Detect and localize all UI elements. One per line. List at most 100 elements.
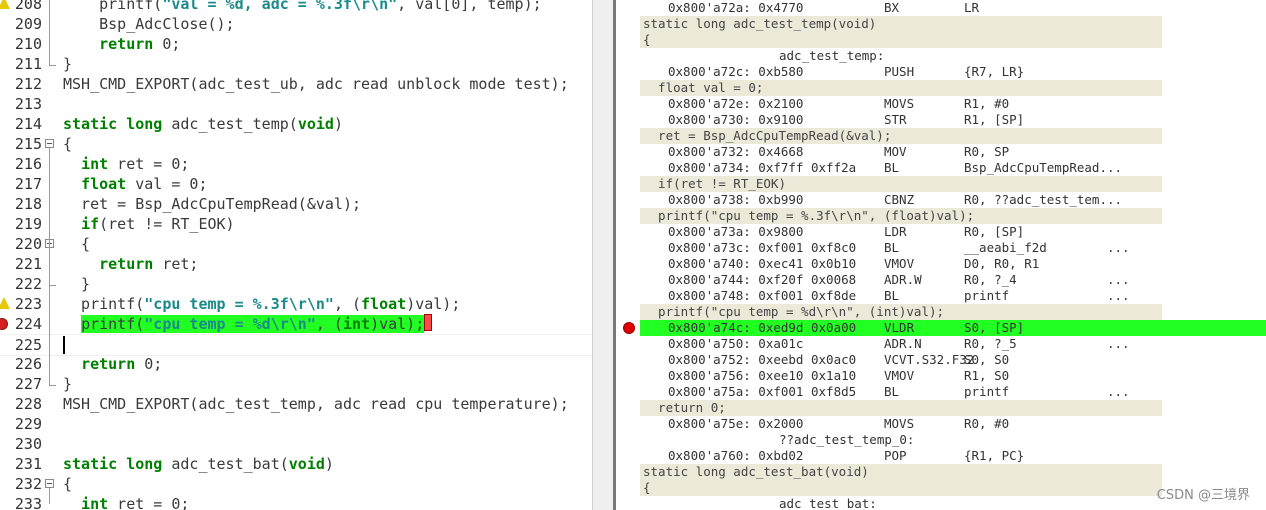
disasm-instruction[interactable]: 0x800'a72a: 0x4770 BX LR [617,0,1266,16]
instruction-address: 0x800'a73c: 0xf001 0xf8c0 [668,240,857,255]
code-line[interactable]: 213 [0,94,592,114]
disasm-instruction[interactable]: 0x800'a752: 0xeebd 0x0ac0 VCVT.S32.F32 S0,… [617,352,1266,368]
code-text[interactable]: { [63,474,72,494]
code-line[interactable]: 215 { [0,134,592,154]
disasm-label-line[interactable]: ??adc_test_temp_0: [617,432,1266,448]
disasm-instruction[interactable]: 0x800'a740: 0xec41 0x0b10 VMOV D0, R0, R1 [617,256,1266,272]
code-line[interactable]: 233 int ret = 0; [0,494,592,510]
disasm-current-instruction[interactable]: 0x800'a74c: 0xed9d 0x0a00 VLDR S0, [SP] [640,320,1266,336]
code-line[interactable]: 226 return 0; [0,354,592,374]
disasm-source-line[interactable]: return 0; [640,400,1162,416]
breakpoint-icon[interactable] [623,322,635,334]
disasm-instruction[interactable]: 0x800'a73c: 0xf001 0xf8c0 BL __aeabi_f2d..… [617,240,1266,256]
line-number: 224 [14,315,42,333]
code-text[interactable]: ret = Bsp_AdcCpuTempRead(&val); [63,194,361,214]
disasm-instruction[interactable]: 0x800'a75e: 0x2000 MOVS R0, #0 [617,416,1266,432]
warning-icon[interactable] [0,297,10,309]
disasm-instruction[interactable]: 0x800'a734: 0xf7ff 0xff2a BL Bsp_AdcCpuTem… [617,160,1266,176]
code-line[interactable]: 216 int ret = 0; [0,154,592,174]
code-text[interactable]: return ret; [63,254,198,274]
disasm-source-line[interactable]: { [640,32,1162,48]
disasm-label-line[interactable]: adc_test_temp: [617,48,1266,64]
fold-toggle-icon[interactable] [45,479,54,488]
code-line[interactable]: 209 Bsp_AdcClose(); [0,14,592,34]
code-text[interactable]: } [63,274,90,294]
code-line[interactable]: 227} [0,374,592,394]
source-text: { [643,32,651,47]
disasm-source-line[interactable]: { [640,480,1162,496]
code-line[interactable]: 224 printf("cpu temp = %d\r\n", (int)val… [0,314,592,334]
code-line[interactable]: 230 [0,434,592,454]
code-line[interactable]: 218 ret = Bsp_AdcCpuTempRead(&val); [0,194,592,214]
line-number: 233 [14,495,42,510]
fold-toggle-icon[interactable] [45,139,54,148]
code-line[interactable]: 228 MSH_CMD_EXPORT(adc_test_temp, adc rea… [0,394,592,414]
code-text[interactable]: { [63,134,72,154]
disasm-instruction[interactable]: 0x800'a760: 0xbd02 POP {R1, PC} [617,448,1266,464]
code-text[interactable]: return 0; [63,34,180,54]
code-line[interactable]: 214 static long adc_test_temp(void) [0,114,592,134]
line-number: 216 [14,155,42,173]
code-line[interactable]: 219 if(ret != RT_EOK) [0,214,592,234]
disasm-instruction[interactable]: 0x800'a72e: 0x2100 MOVS R1, #0 [617,96,1266,112]
code-line[interactable]: 217 float val = 0; [0,174,592,194]
code-line[interactable]: 220 { [0,234,592,254]
code-line[interactable]: 210 return 0; [0,34,592,54]
code-text[interactable]: } [63,374,72,394]
disasm-instruction[interactable]: 0x800'a732: 0x4668 MOV R0, SP [617,144,1266,160]
instruction-ellipsis: ... [1107,336,1130,351]
disasm-instruction[interactable]: 0x800'a72c: 0xb580 PUSH {R7, LR} [617,64,1266,80]
code-line[interactable]: 231 static long adc_test_bat(void) [0,454,592,474]
code-line[interactable]: 229 [0,414,592,434]
disasm-instruction[interactable]: 0x800'a730: 0x9100 STR R1, [SP] [617,112,1266,128]
disasm-source-line[interactable]: static long adc_test_temp(void) [640,16,1162,32]
disasm-instruction[interactable]: 0x800'a73a: 0x9800 LDR R0, [SP] [617,224,1266,240]
disasm-instruction[interactable]: 0x800'a738: 0xb990 CBNZ R0, ??adc_test_tem… [617,192,1266,208]
code-line[interactable]: 211} [0,54,592,74]
disasm-source-line[interactable]: float val = 0; [640,80,1162,96]
code-text[interactable]: float val = 0; [63,174,207,194]
code-text[interactable]: if(ret != RT_EOK) [63,214,235,234]
instruction-address: 0x800'a752: 0xeebd 0x0ac0 [668,352,857,367]
warning-icon[interactable] [0,0,10,9]
instruction-address: 0x800'a72e: 0x2100 [668,96,804,111]
code-line[interactable]: 223 printf("cpu temp = %.3f\r\n", (float… [0,294,592,314]
splitter-handle[interactable] [613,0,616,510]
code-line[interactable]: 222 } [0,274,592,294]
disasm-source-line[interactable]: ret = Bsp_AdcCpuTempRead(&val); [640,128,1162,144]
code-text[interactable]: static long adc_test_bat(void) [63,454,334,474]
source-editor[interactable]: 208 printf("val = %d, adc = %.3f\r\n", v… [0,0,592,510]
code-text[interactable]: Bsp_AdcClose(); [63,14,234,34]
code-text[interactable]: printf("cpu temp = %.3f\r\n", (float)val… [63,294,460,314]
code-line[interactable]: 225 [0,334,592,356]
disasm-instruction[interactable]: 0x800'a750: 0xa01c ADR.N R0, ?_5... [617,336,1266,352]
instruction-operands: R0, ?_5 [964,336,1017,351]
pane-splitter[interactable] [592,0,616,510]
disasm-source-line[interactable]: if(ret != RT_EOK) [640,176,1162,192]
code-line[interactable]: 232 { [0,474,592,494]
disasm-source-line[interactable]: printf("cpu temp = %d\r\n", (int)val); [640,304,1162,320]
code-text[interactable]: MSH_CMD_EXPORT(adc_test_ub, adc read unb… [63,74,569,94]
code-text[interactable]: return 0; [63,354,162,374]
splitter-edge [592,0,593,510]
code-line[interactable]: 212 MSH_CMD_EXPORT(adc_test_ub, adc read … [0,74,592,94]
disasm-source-line[interactable]: static long adc_test_bat(void) [640,464,1162,480]
code-text[interactable]: printf("val = %d, adc = %.3f\r\n", val[0… [63,0,542,14]
code-line[interactable]: 208 printf("val = %d, adc = %.3f\r\n", v… [0,0,592,14]
code-text[interactable]: } [63,54,72,74]
disasm-instruction[interactable]: 0x800'a748: 0xf001 0xf8de BL printf... [617,288,1266,304]
code-line[interactable]: 221 return ret; [0,254,592,274]
code-text[interactable]: { [63,234,90,254]
code-text[interactable]: printf("cpu temp = %d\r\n", (int)val); [63,314,433,334]
code-text[interactable]: int ret = 0; [63,154,189,174]
code-text[interactable]: MSH_CMD_EXPORT(adc_test_temp, adc read c… [63,394,569,414]
code-text[interactable]: static long adc_test_temp(void) [63,114,343,134]
disasm-instruction[interactable]: 0x800'a744: 0xf20f 0x0068 ADR.W R0, ?_4... [617,272,1266,288]
line-number: 229 [14,415,42,433]
code-text[interactable]: int ret = 0; [63,494,189,510]
disasm-instruction[interactable]: 0x800'a75a: 0xf001 0xf8d5 BL printf... [617,384,1266,400]
disassembly-view[interactable]: 0x800'a72a: 0x4770 BX LR static long adc_te… [617,0,1266,510]
disasm-instruction[interactable]: 0x800'a756: 0xee10 0x1a10 VMOV R1, S0 [617,368,1266,384]
breakpoint-icon[interactable] [0,318,8,330]
disasm-source-line[interactable]: printf("cpu temp = %.3f\r\n", (float)val… [640,208,1162,224]
